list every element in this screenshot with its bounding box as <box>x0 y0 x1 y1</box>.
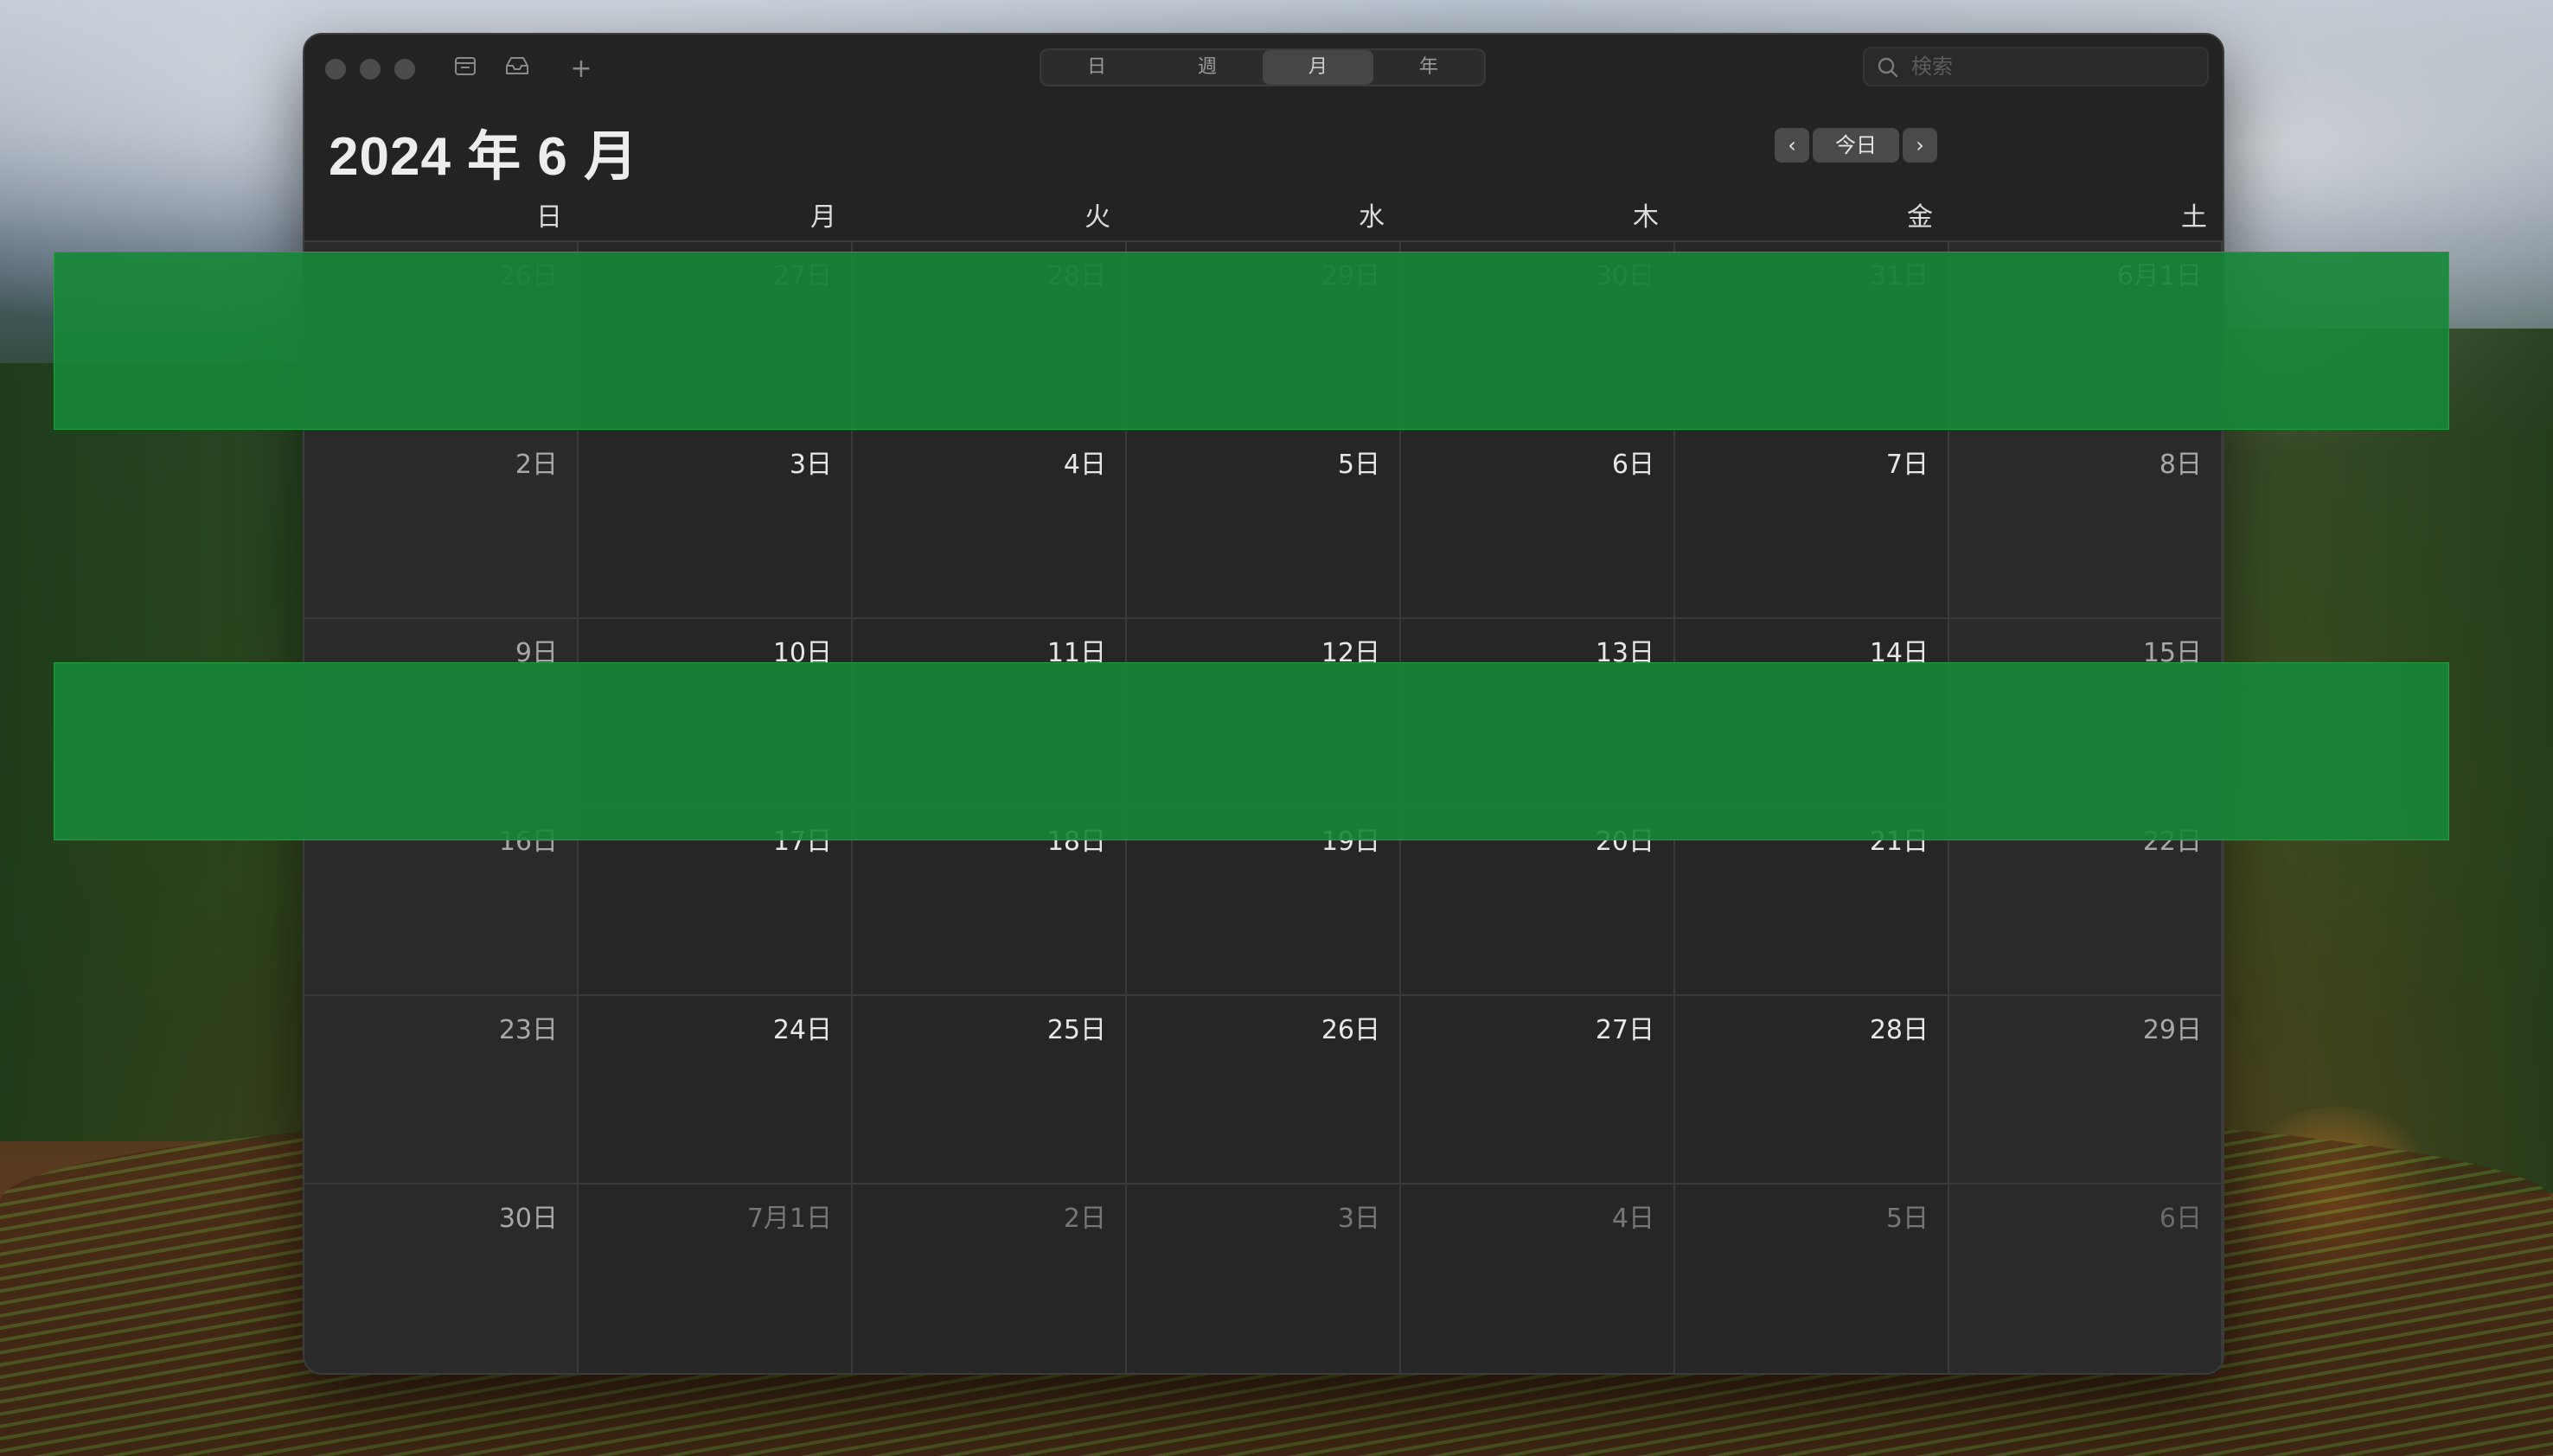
tab-year[interactable]: 年 <box>1373 50 1484 85</box>
chevron-right-icon: › <box>1916 133 1924 157</box>
day-number: 25日 <box>1046 1015 1106 1045</box>
day-number: 3日 <box>789 450 832 480</box>
day-cell[interactable]: 3日 <box>1127 1185 1401 1373</box>
date-navigation: ‹ 今日 › <box>1775 128 1937 163</box>
day-number: 28日 <box>1869 1015 1929 1045</box>
weekday-tuesday: 火 <box>1085 202 1110 233</box>
day-cell[interactable]: 2日 <box>853 1185 1127 1373</box>
day-number: 2日 <box>515 450 558 480</box>
day-cell[interactable]: 25日 <box>853 996 1127 1185</box>
tab-day[interactable]: 日 <box>1041 50 1152 85</box>
day-number: 7日 <box>1885 450 1929 480</box>
weekday-sunday: 日 <box>536 202 562 233</box>
day-cell[interactable]: 7日 <box>1675 431 1949 619</box>
day-number: 6日 <box>2159 1204 2202 1234</box>
day-cell[interactable]: 24日 <box>579 996 853 1185</box>
calendar-list-icon[interactable] <box>450 54 481 85</box>
today-button[interactable]: 今日 <box>1813 128 1899 163</box>
day-cell[interactable]: 6日 <box>1949 1185 2223 1373</box>
day-number: 7月1日 <box>746 1204 832 1234</box>
weekday-saturday: 土 <box>2181 202 2207 233</box>
day-number: 5日 <box>1337 450 1380 480</box>
inbox-icon[interactable] <box>502 54 533 85</box>
day-number: 29日 <box>2142 1015 2202 1045</box>
day-cell[interactable]: 8日 <box>1949 431 2223 619</box>
chevron-left-icon: ‹ <box>1788 133 1796 157</box>
day-cell[interactable]: 4日 <box>853 431 1127 619</box>
tab-month[interactable]: 月 <box>1263 50 1373 85</box>
day-number: 8日 <box>2159 450 2202 480</box>
weekday-friday: 金 <box>1907 202 1933 233</box>
day-cell[interactable]: 29日 <box>1949 996 2223 1185</box>
search-field[interactable]: 検索 <box>1863 47 2209 86</box>
day-number: 4日 <box>1063 450 1106 480</box>
weekday-wednesday: 水 <box>1359 202 1385 233</box>
search-placeholder: 検索 <box>1911 54 1953 79</box>
minimize-window-button[interactable] <box>360 59 381 80</box>
day-cell[interactable]: 5日 <box>1675 1185 1949 1373</box>
day-number: 6日 <box>1611 450 1654 480</box>
day-number: 27日 <box>1595 1015 1654 1045</box>
close-window-button[interactable] <box>325 59 346 80</box>
highlight-band-middle <box>54 662 2449 840</box>
day-cell[interactable]: 3日 <box>579 431 853 619</box>
day-cell[interactable]: 27日 <box>1401 996 1675 1185</box>
page-title: 2024 年 6 月 <box>329 127 639 187</box>
tab-week[interactable]: 週 <box>1152 50 1263 85</box>
day-cell[interactable]: 5日 <box>1127 431 1401 619</box>
day-cell[interactable]: 28日 <box>1675 996 1949 1185</box>
day-cell[interactable]: 26日 <box>1127 996 1401 1185</box>
day-number: 4日 <box>1611 1204 1654 1234</box>
day-number: 23日 <box>498 1015 558 1045</box>
day-cell[interactable]: 7月1日 <box>579 1185 853 1373</box>
weekday-monday: 月 <box>810 202 836 233</box>
day-number: 26日 <box>1321 1015 1380 1045</box>
day-number: 30日 <box>498 1204 558 1234</box>
previous-month-button[interactable]: ‹ <box>1775 128 1809 163</box>
day-number: 2日 <box>1063 1204 1106 1234</box>
day-cell[interactable]: 30日 <box>304 1185 579 1373</box>
next-month-button[interactable]: › <box>1903 128 1937 163</box>
weekday-header: 日 月 火 水 木 金 土 <box>304 192 2223 244</box>
day-number: 3日 <box>1337 1204 1380 1234</box>
search-icon <box>1878 57 1898 78</box>
weekday-thursday: 木 <box>1633 202 1659 233</box>
view-switcher: 日 週 月 年 <box>1040 48 1486 86</box>
highlight-band-top <box>54 252 2449 430</box>
day-cell[interactable]: 4日 <box>1401 1185 1675 1373</box>
titlebar: + 日 週 月 年 検索 <box>304 35 2223 102</box>
day-cell[interactable]: 2日 <box>304 431 579 619</box>
day-number: 24日 <box>772 1015 832 1045</box>
plus-icon[interactable]: + <box>566 54 597 85</box>
day-cell[interactable]: 23日 <box>304 996 579 1185</box>
day-cell[interactable]: 6日 <box>1401 431 1675 619</box>
day-number: 5日 <box>1885 1204 1929 1234</box>
zoom-window-button[interactable] <box>394 59 415 80</box>
